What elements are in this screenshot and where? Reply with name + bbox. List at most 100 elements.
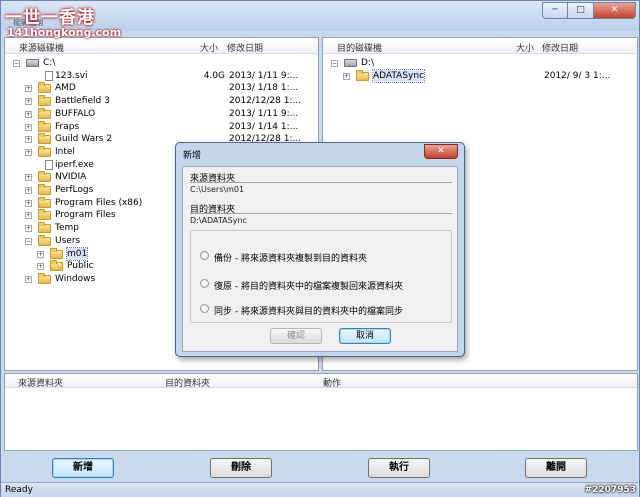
tree-item-name[interactable]: Intel <box>55 146 75 159</box>
folder-icon <box>38 171 51 183</box>
expand-icon[interactable]: + <box>25 174 32 182</box>
col-action[interactable]: 動作 <box>323 376 341 389</box>
run-button[interactable]: 執行 <box>368 458 430 478</box>
tree-row[interactable]: − C:\ <box>5 57 318 70</box>
col-dest-folder[interactable]: 目的資料夾 <box>165 376 210 389</box>
tree-item-name[interactable]: BUFFALO <box>55 108 95 121</box>
file-icon <box>45 159 53 170</box>
dialog-close-button[interactable]: ✕ <box>424 144 458 159</box>
folder-icon <box>356 69 369 81</box>
tree-item-name[interactable]: Windows <box>55 273 95 286</box>
expand-icon[interactable]: + <box>25 110 32 118</box>
tree-item-name[interactable]: Fraps <box>55 121 79 134</box>
tree-row[interactable]: +123.svi4.0G2013/ 1/11 9:... <box>5 70 318 83</box>
expand-icon[interactable]: + <box>25 148 32 156</box>
tree-item-name[interactable]: iperf.exe <box>55 159 94 172</box>
tree-item-name[interactable]: ADATASync <box>371 68 426 84</box>
logo-text: 一世一香港 <box>5 8 95 28</box>
tree-item-name[interactable]: C:\ <box>43 57 55 70</box>
expand-icon[interactable]: + <box>25 212 32 220</box>
minimize-button[interactable]: ─ <box>542 2 568 19</box>
maximize-button[interactable]: □ <box>568 2 594 19</box>
tree-item-name[interactable]: Program Files (x86) <box>55 197 142 210</box>
option-sync-label[interactable]: 同步 - 將來源資料夾與目的資料夾中的檔案同步 <box>214 304 403 317</box>
exit-button[interactable]: 離開 <box>525 458 587 478</box>
expand-icon[interactable]: + <box>25 187 32 194</box>
tree-row[interactable]: + BUFFALO 2013/ 1/11 9:... <box>5 107 318 121</box>
tree-item-name[interactable]: Public <box>67 260 94 273</box>
tree-item-date: 2013/ 1/11 9:... <box>229 108 299 119</box>
add-button[interactable]: 新增 <box>52 458 114 478</box>
source-folder-field[interactable]: C:\Users\m01 <box>190 184 452 196</box>
tree-item-name[interactable]: Program Files <box>55 209 116 222</box>
tree-row[interactable]: + AMD 2013/ 1/18 1:... <box>5 82 318 95</box>
collapse-icon[interactable]: − <box>25 237 32 245</box>
folder-icon <box>38 95 51 107</box>
expand-icon[interactable]: + <box>37 250 44 258</box>
radio-icon[interactable] <box>200 279 209 288</box>
close-button[interactable]: ✕ <box>594 2 636 19</box>
expand-icon[interactable]: + <box>25 225 32 233</box>
expand-icon[interactable]: + <box>37 263 44 271</box>
radio-icon[interactable] <box>200 304 209 313</box>
tree-item-name[interactable]: Guild Wars 2 <box>55 133 112 146</box>
tree-item-name[interactable]: m01 <box>65 246 89 262</box>
folder-icon <box>38 145 51 157</box>
expand-icon[interactable]: + <box>25 123 32 131</box>
collapse-icon[interactable]: − <box>331 60 338 67</box>
tree-row[interactable]: + Battlefield 3 2012/12/28 1:... <box>5 95 318 108</box>
file-icon <box>45 70 53 81</box>
dialog-ok-button[interactable]: 確認 <box>270 328 322 344</box>
folder-icon <box>38 196 51 208</box>
tree-item-name[interactable]: Temp <box>55 222 79 235</box>
radio-icon[interactable] <box>200 251 209 260</box>
tree-item-size: 4.0G <box>203 70 225 81</box>
task-list[interactable]: 來源資料夾 目的資料夾 動作 <box>4 373 638 451</box>
folder-icon <box>50 260 63 272</box>
tree-row[interactable]: − D:\ <box>323 57 637 70</box>
drive-icon <box>26 59 39 67</box>
option-restore-label[interactable]: 復原 - 將目的資料夾中的檔案複製回來源資料夾 <box>214 279 403 292</box>
folder-icon <box>38 234 51 246</box>
tree-item-date: 2013/ 1/11 9:... <box>229 70 299 81</box>
site-logo-watermark: 檔案 說明 一世一香港 141hongkong.com <box>5 3 127 43</box>
folder-icon <box>38 133 51 145</box>
expand-icon[interactable]: + <box>25 98 32 106</box>
expand-icon[interactable]: + <box>25 85 32 93</box>
dialog-cancel-button[interactable]: 取消 <box>339 328 391 344</box>
col-source-folder[interactable]: 來源資料夾 <box>18 376 63 389</box>
tree-item-name[interactable]: Battlefield 3 <box>55 95 110 108</box>
folder-icon <box>38 107 51 119</box>
drive-icon <box>344 59 357 67</box>
tree-item-name[interactable]: D:\ <box>361 57 374 70</box>
expand-icon[interactable]: + <box>25 275 32 283</box>
col-size[interactable]: 大小 <box>200 41 218 54</box>
tree-row[interactable]: + ADATASync 2012/ 9/ 3 1:... <box>323 68 637 84</box>
folder-icon <box>38 222 51 234</box>
tree-item-name[interactable]: PerfLogs <box>55 184 93 197</box>
dialog-title: 新增 <box>183 151 202 161</box>
tree-item-name[interactable]: NVIDIA <box>55 171 86 184</box>
add-task-dialog: 新增 ✕ 來源資料夾 C:\Users\m01 目的資料夾 D:\ADATASy… <box>175 142 465 357</box>
tree-item-name[interactable]: 123.svi <box>55 70 88 83</box>
task-list-header: 來源資料夾 目的資料夾 動作 <box>5 374 637 389</box>
option-backup-label[interactable]: 備份 - 將來源資料夾複製到目的資料夾 <box>214 251 367 264</box>
tree-item-date: 2012/12/28 1:... <box>229 96 302 107</box>
expand-icon[interactable]: + <box>25 199 32 207</box>
action-option-group: 備份 - 將來源資料夾複製到目的資料夾 復原 - 將目的資料夾中的檔案複製回來源… <box>190 230 452 323</box>
window-controls: ─ □ ✕ <box>542 2 636 19</box>
col-size[interactable]: 大小 <box>516 41 534 54</box>
collapse-icon[interactable]: − <box>13 60 20 67</box>
col-modified[interactable]: 修改日期 <box>542 41 578 54</box>
expand-icon[interactable]: + <box>25 136 32 144</box>
col-dest-drive[interactable]: 目的磁碟機 <box>337 41 382 54</box>
tree-item-name[interactable]: AMD <box>55 82 76 95</box>
dest-folder-field[interactable]: D:\ADATASync <box>190 215 452 227</box>
col-modified[interactable]: 修改日期 <box>227 41 263 54</box>
expand-icon[interactable]: + <box>343 72 350 80</box>
tree-row[interactable]: + Fraps 2013/ 1/14 1:... <box>5 120 318 134</box>
tree-item-date: 2012/ 9/ 3 1:... <box>544 70 611 81</box>
delete-button[interactable]: 刪除 <box>210 458 272 478</box>
folder-icon <box>38 120 51 132</box>
tree-item-name[interactable]: Users <box>55 235 80 248</box>
